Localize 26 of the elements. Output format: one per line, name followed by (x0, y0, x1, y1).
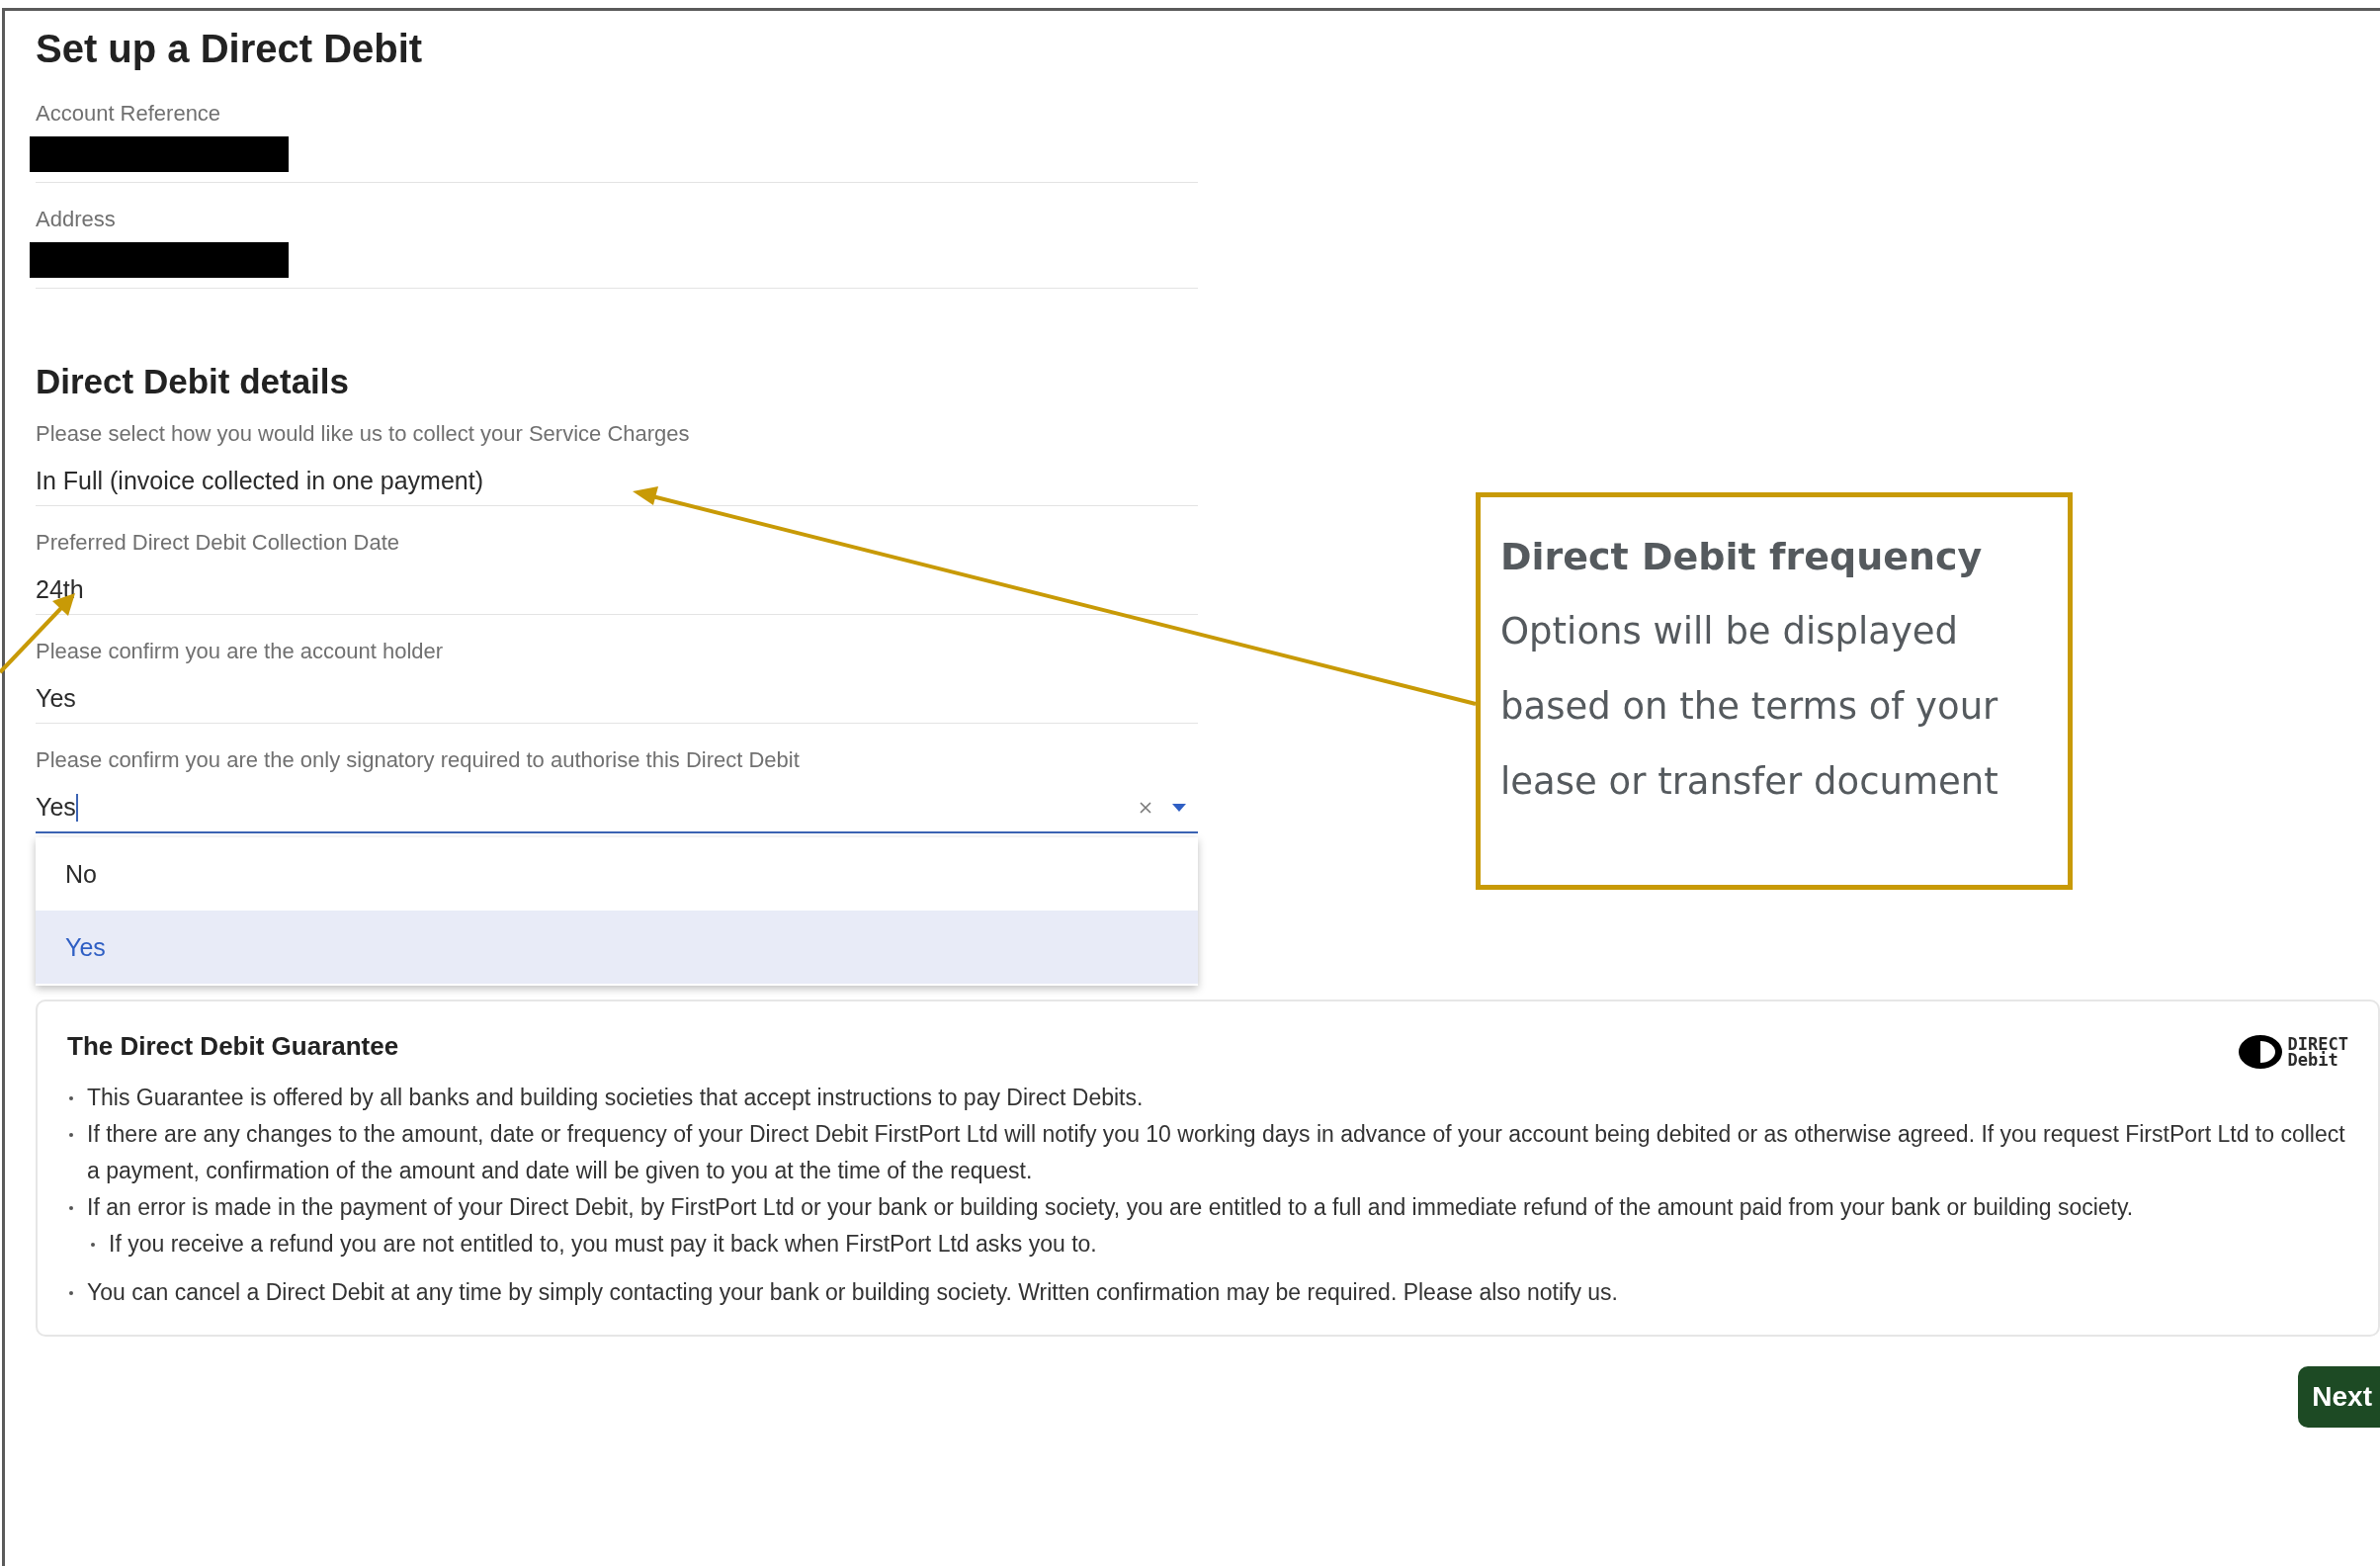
field-value: Yes (36, 793, 76, 822)
logo-text: Debit (2287, 1052, 2338, 1069)
callout-text: Options will be displayed based on the terms of your lease or transfer document (1500, 609, 1999, 805)
dropdown-option[interactable]: No (36, 837, 1198, 911)
select-field[interactable]: Please confirm you are the only signatory required to authorise this Direct Debit Yes (36, 747, 1198, 833)
field-label: Please confirm you are the only signatory required to authorise this Direct Debit (36, 747, 801, 773)
field-value: In Full (invoice collected in one payment) (36, 467, 484, 495)
callout-title: Direct Debit frequency (1500, 534, 1984, 580)
field-label: Please select how you would like us to collect your Service Charges (36, 421, 691, 447)
page-title: Set up a Direct Debit (36, 27, 424, 71)
card-title: The Direct Debit Guarantee (67, 1031, 399, 1062)
section-heading: Direct Debit details (36, 362, 351, 401)
next-button[interactable]: Next (2298, 1366, 2380, 1428)
dropdown-option[interactable]: Yes (36, 911, 1198, 984)
field-label: Please confirm you are the account holder (36, 639, 445, 664)
guarantee-text: If an error is made in the payment of your Direct Debit, by FirstPort Ltd or your bank or building society, you are entitled to a full and immediate refund of the amount paid from your bank or building society. (87, 1193, 2134, 1222)
guarantee-text: If you receive a refund you are not entitled to, you must pay it back when FirstPort Ltd asks you to. (109, 1230, 1097, 1259)
field-label: Preferred Direct Debit Collection Date (36, 530, 401, 556)
guarantee-text: If there are any changes to the amount, date or frequency of your Direct Debit FirstPort Ltd will notify you 10 working days in advance of your account being debited or as otherwise agreed. If you request FirstPort Ltd to collect a payment, confirmation of the amount and date will be given to you at the time of the request. (87, 1120, 2346, 1185)
field-value: 24th (36, 575, 85, 604)
field-label: Account Reference (36, 101, 222, 127)
field-value: Yes (36, 684, 77, 713)
guarantee-text: This Guarantee is offered by all banks and building societies that accept instructions to pay Direct Debits. (87, 1084, 1144, 1112)
logo-text: DIRECT (2287, 1035, 2348, 1052)
field-label: Address (36, 207, 117, 232)
guarantee-text: You can cancel a Direct Debit at any time by simply contacting your bank or building society. Written confirmation may be required. Please also notify us. (87, 1278, 1618, 1307)
